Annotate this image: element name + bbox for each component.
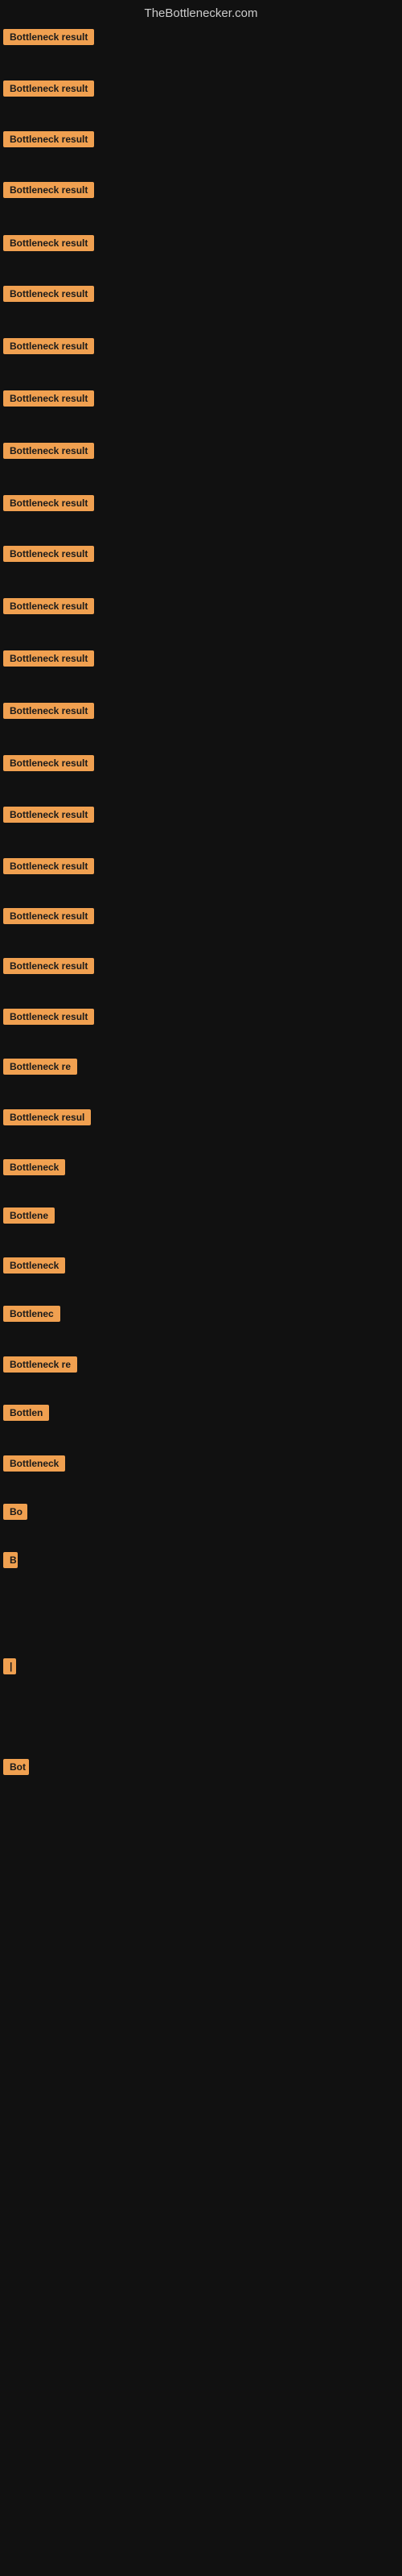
bottleneck-badge-16[interactable]: Bottleneck result [3,807,94,823]
bottleneck-badge-9[interactable]: Bottleneck result [3,443,94,459]
bottleneck-badge-10[interactable]: Bottleneck result [3,495,94,511]
bottleneck-badge-5[interactable]: Bottleneck result [3,235,94,251]
bottleneck-badge-6[interactable]: Bottleneck result [3,286,94,302]
bottleneck-badge-15[interactable]: Bottleneck result [3,755,94,771]
bottleneck-badge-30[interactable]: Bo [3,1504,27,1520]
bottleneck-badge-17[interactable]: Bottleneck result [3,858,94,874]
bottleneck-badge-14[interactable]: Bottleneck result [3,703,94,719]
bottleneck-badge-31[interactable]: B [3,1552,18,1568]
bottleneck-badge-13[interactable]: Bottleneck result [3,650,94,667]
bottleneck-badge-24[interactable]: Bottlene [3,1208,55,1224]
bottleneck-badge-23[interactable]: Bottleneck [3,1159,65,1175]
bottleneck-badge-3[interactable]: Bottleneck result [3,131,94,147]
bottleneck-badge-21[interactable]: Bottleneck re [3,1059,77,1075]
bottleneck-badge-33[interactable]: Bot [3,1759,29,1775]
bottleneck-badge-1[interactable]: Bottleneck result [3,29,94,45]
bottleneck-badge-19[interactable]: Bottleneck result [3,958,94,974]
bottleneck-badge-20[interactable]: Bottleneck result [3,1009,94,1025]
bottleneck-badge-8[interactable]: Bottleneck result [3,390,94,407]
bottleneck-badge-11[interactable]: Bottleneck result [3,546,94,562]
bottleneck-badge-26[interactable]: Bottlenec [3,1306,60,1322]
site-title: TheBottlenecker.com [0,6,402,20]
bottleneck-badge-25[interactable]: Bottleneck [3,1257,65,1274]
bottleneck-badge-7[interactable]: Bottleneck result [3,338,94,354]
bottleneck-badge-12[interactable]: Bottleneck result [3,598,94,614]
bottleneck-badge-2[interactable]: Bottleneck result [3,80,94,97]
bottleneck-badge-22[interactable]: Bottleneck resul [3,1109,91,1125]
bottleneck-badge-18[interactable]: Bottleneck result [3,908,94,924]
bottleneck-badge-28[interactable]: Bottlen [3,1405,49,1421]
bottleneck-badge-4[interactable]: Bottleneck result [3,182,94,198]
bottleneck-badge-32[interactable]: | [3,1658,16,1674]
bottleneck-badge-29[interactable]: Bottleneck [3,1455,65,1472]
bottleneck-badge-27[interactable]: Bottleneck re [3,1356,77,1373]
